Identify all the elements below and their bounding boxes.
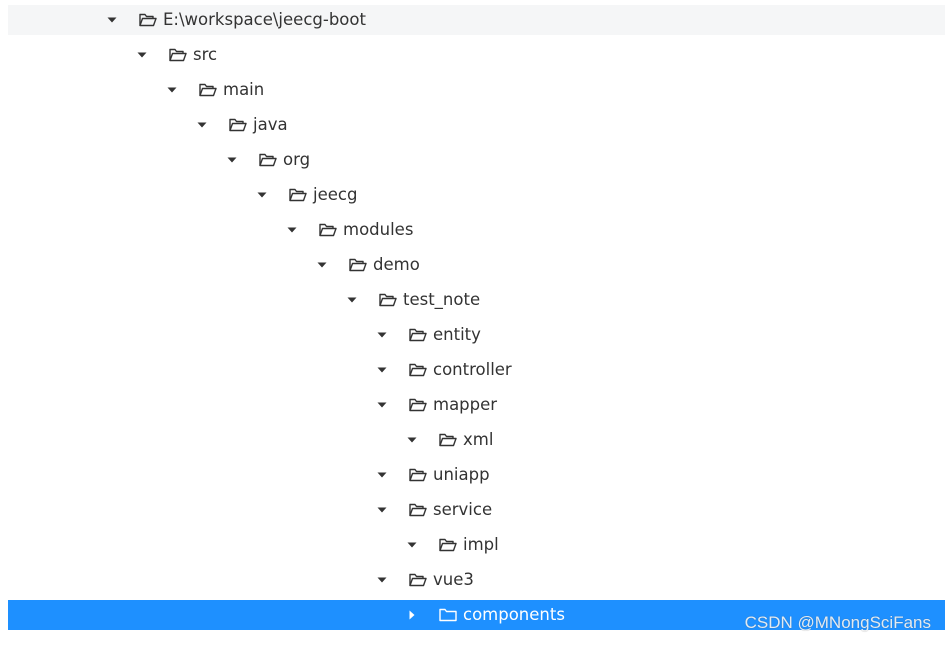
tree-node-label: src bbox=[193, 45, 218, 64]
tree-node[interactable]: E:\workspace\jeecg-boot bbox=[8, 5, 945, 35]
tree-node[interactable]: uniapp bbox=[8, 460, 945, 490]
caret-down-icon[interactable] bbox=[226, 145, 238, 175]
tree-node-label: controller bbox=[433, 360, 512, 379]
tree-node[interactable]: java bbox=[8, 110, 945, 140]
caret-down-icon[interactable] bbox=[376, 320, 388, 350]
tree-node[interactable]: xml bbox=[8, 425, 945, 455]
caret-down-icon[interactable] bbox=[406, 425, 418, 455]
folder-closed-icon bbox=[438, 600, 458, 630]
folder-open-icon bbox=[408, 390, 428, 420]
folder-open-icon bbox=[318, 215, 338, 245]
folder-open-icon bbox=[408, 495, 428, 525]
tree-node-label: uniapp bbox=[433, 465, 490, 484]
tree-node-label: java bbox=[253, 115, 288, 134]
watermark: CSDN @MNongSciFans bbox=[744, 613, 931, 632]
tree-node-label: E:\workspace\jeecg-boot bbox=[163, 10, 366, 29]
tree-node-label: mapper bbox=[433, 395, 498, 414]
folder-open-icon bbox=[408, 460, 428, 490]
tree-node-label: xml bbox=[463, 430, 494, 449]
caret-right-icon[interactable] bbox=[406, 600, 418, 630]
caret-down-icon[interactable] bbox=[196, 110, 208, 140]
caret-down-icon[interactable] bbox=[166, 75, 178, 105]
caret-down-icon[interactable] bbox=[376, 460, 388, 490]
tree-node-label: org bbox=[283, 150, 311, 169]
caret-down-icon[interactable] bbox=[376, 495, 388, 525]
tree-node-label: entity bbox=[433, 325, 481, 344]
caret-down-icon[interactable] bbox=[376, 565, 388, 595]
tree-node[interactable]: modules bbox=[8, 215, 945, 245]
folder-open-icon bbox=[258, 145, 278, 175]
folder-open-icon bbox=[438, 530, 458, 560]
folder-open-icon bbox=[408, 565, 428, 595]
tree-node[interactable]: test_note bbox=[8, 285, 945, 315]
caret-down-icon[interactable] bbox=[106, 5, 118, 35]
folder-open-icon bbox=[198, 75, 218, 105]
folder-open-icon bbox=[288, 180, 308, 210]
tree-node-label: vue3 bbox=[433, 570, 474, 589]
folder-open-icon bbox=[408, 320, 428, 350]
caret-down-icon[interactable] bbox=[346, 285, 358, 315]
caret-down-icon[interactable] bbox=[376, 355, 388, 385]
tree-node-label: test_note bbox=[403, 290, 481, 309]
tree-node[interactable]: mapper bbox=[8, 390, 945, 420]
caret-down-icon[interactable] bbox=[256, 180, 268, 210]
tree-node[interactable]: demo bbox=[8, 250, 945, 280]
tree-node[interactable]: main bbox=[8, 75, 945, 105]
tree-node[interactable]: jeecg bbox=[8, 180, 945, 210]
tree-node[interactable]: impl bbox=[8, 530, 945, 560]
caret-down-icon[interactable] bbox=[136, 40, 148, 70]
folder-open-icon bbox=[138, 5, 158, 35]
tree-node[interactable]: service bbox=[8, 495, 945, 525]
folder-open-icon bbox=[408, 355, 428, 385]
tree-node[interactable]: src bbox=[8, 40, 945, 70]
caret-down-icon[interactable] bbox=[286, 215, 298, 245]
folder-open-icon bbox=[378, 285, 398, 315]
tree-node[interactable]: vue3 bbox=[8, 565, 945, 595]
tree-node-label: demo bbox=[373, 255, 420, 274]
caret-down-icon[interactable] bbox=[406, 530, 418, 560]
caret-down-icon[interactable] bbox=[376, 390, 388, 420]
tree-node-label: jeecg bbox=[313, 185, 358, 204]
tree-node-label: main bbox=[223, 80, 265, 99]
tree-node-label: modules bbox=[343, 220, 414, 239]
tree-node[interactable]: org bbox=[8, 145, 945, 175]
folder-open-icon bbox=[228, 110, 248, 140]
folder-open-icon bbox=[438, 425, 458, 455]
folder-open-icon bbox=[168, 40, 188, 70]
tree-node-label: service bbox=[433, 500, 493, 519]
tree-node-label: impl bbox=[463, 535, 499, 554]
folder-open-icon bbox=[348, 250, 368, 280]
tree-node-label: components bbox=[463, 605, 565, 624]
caret-down-icon[interactable] bbox=[316, 250, 328, 280]
tree-node[interactable]: entity bbox=[8, 320, 945, 350]
tree-node[interactable]: controller bbox=[8, 355, 945, 385]
